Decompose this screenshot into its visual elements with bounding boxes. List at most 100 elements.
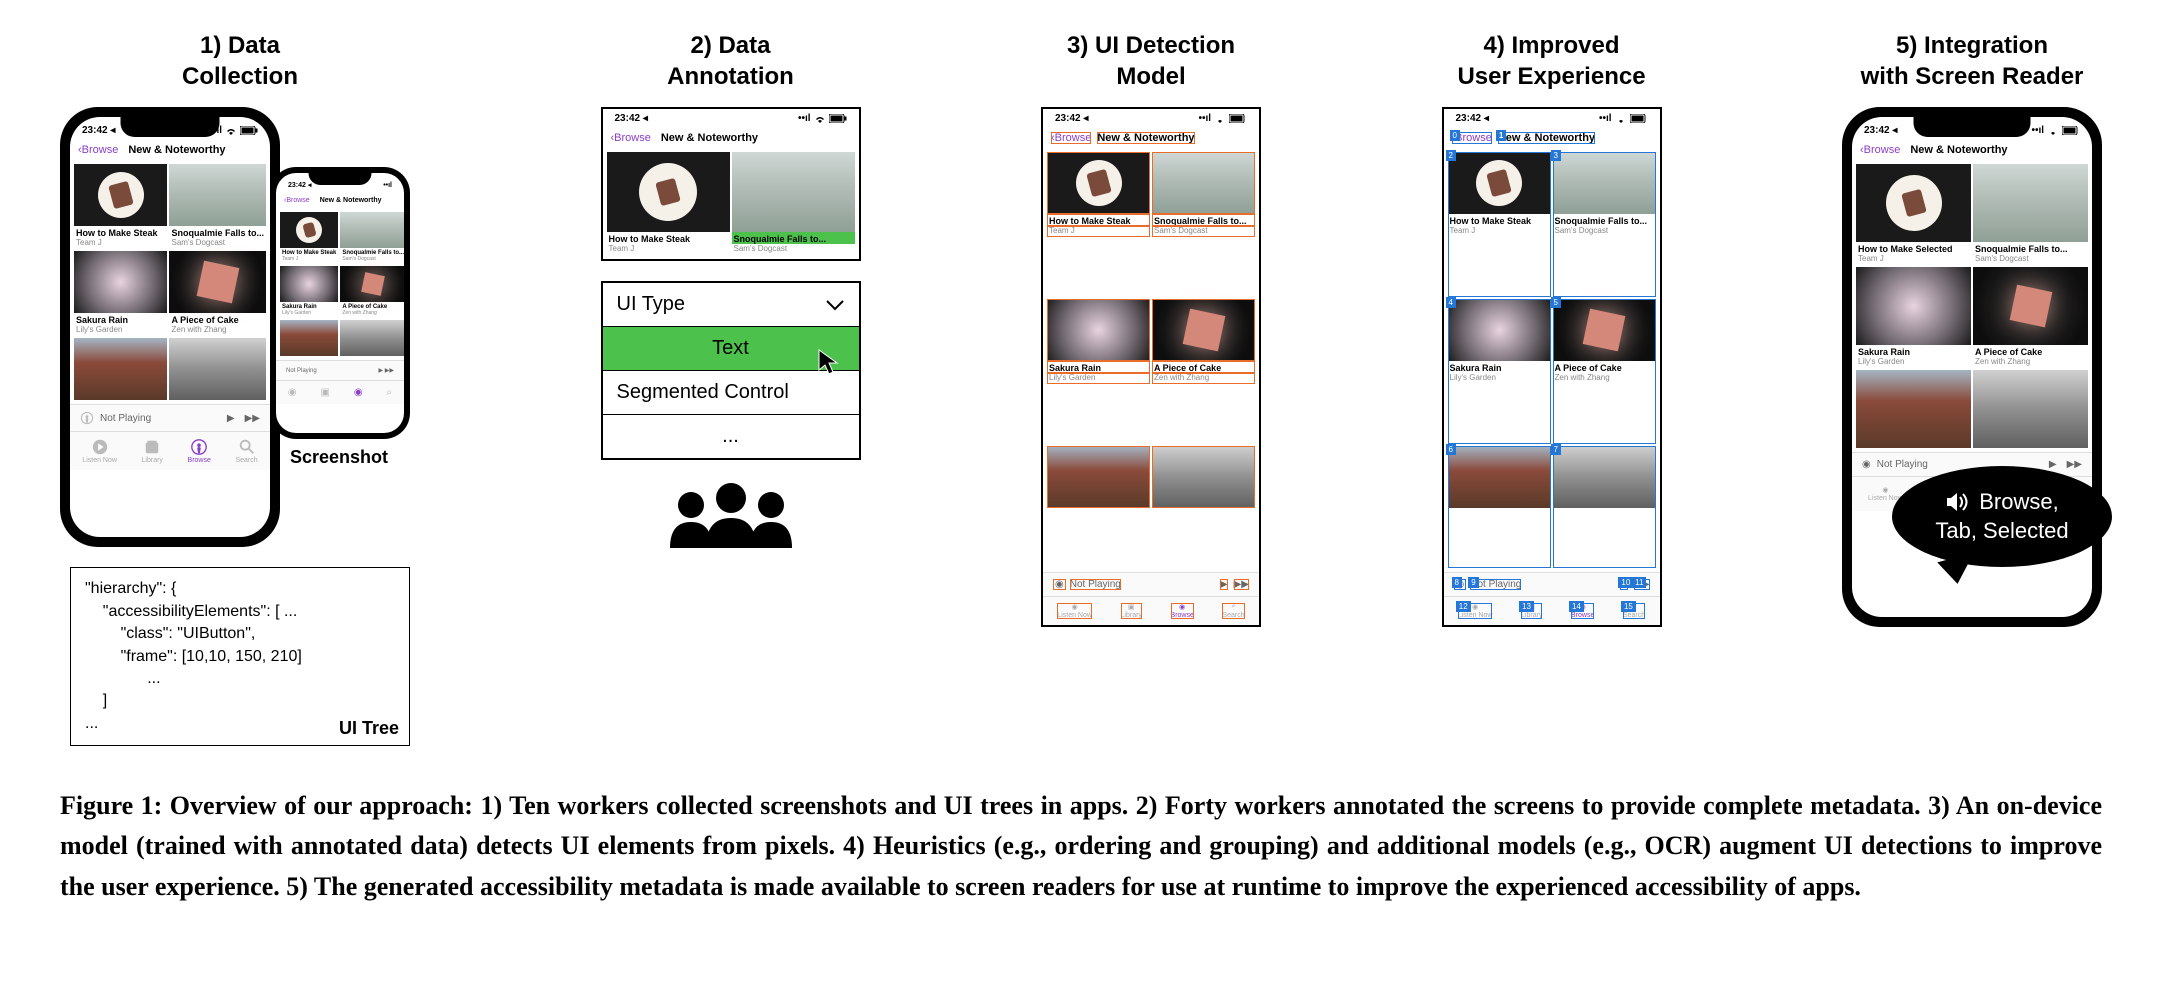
phone-secondary: 23:42 ◂••ıl ‹Browse New & Noteworthy How… (270, 167, 410, 439)
detected-title: New & Noteworthy (1097, 132, 1194, 144)
library-icon (143, 438, 161, 456)
detected-image[interactable] (1047, 299, 1150, 361)
nav-bar: ‹Browse New & Noteworthy (276, 193, 404, 208)
cell-steak[interactable]: How to Make SteakTeam J (280, 212, 338, 264)
group-tab[interactable]: 12◉Listen Now (1458, 603, 1493, 619)
back-button[interactable]: ‹Browse (78, 144, 118, 156)
detected-tab[interactable]: ⌕Search (1222, 603, 1244, 619)
podcast-grid: How to Make SteakTeam J Snoqualmie Falls… (70, 160, 270, 404)
wifi-icon (225, 126, 237, 136)
group-cell[interactable]: 4Sakura RainLily's Garden (1448, 299, 1551, 444)
cell-sakura[interactable]: Sakura RainLily's Garden (1856, 267, 1971, 368)
podcast-grey-icon (80, 411, 94, 425)
cell-sakura[interactable]: Sakura RainLily's Garden (74, 251, 167, 336)
grouping-screen: 23:42 ◂ ••ıl 0‹Browse 1New & Noteworthy … (1442, 107, 1662, 627)
cell-tree1[interactable] (74, 338, 167, 400)
now-playing-bar[interactable]: Not Playing▶ ▶▶ (276, 360, 404, 380)
group-tab[interactable]: 14◉Browse (1571, 603, 1594, 619)
now-playing-bar[interactable]: 8◉9Not Playing 10▶11▶▶ (1444, 572, 1660, 596)
detected-text: A Piece of Cake (1152, 361, 1255, 373)
cell-falls[interactable]: Snoqualmie Falls to...Sam's Dogcast (732, 152, 855, 255)
status-bar: 23:42 ◂ ••ıl (1043, 109, 1259, 128)
tab-browse[interactable]: Browse (188, 438, 211, 464)
detected-back[interactable]: ‹Browse (1051, 132, 1091, 144)
dropdown-option-text[interactable]: Text (603, 327, 859, 371)
detected-image[interactable] (1047, 152, 1150, 214)
cell-steak[interactable]: How to Make SteakTeam J (607, 152, 730, 255)
detected-text: Zen with Zhang (1152, 373, 1255, 384)
nav-bar: ‹Browse New & Noteworthy (603, 128, 859, 148)
cell-cake[interactable]: A Piece of CakeZen with Zhang (169, 251, 266, 336)
cell-steak[interactable]: How to Make SteakTeam J (74, 164, 167, 249)
tab-library[interactable]: Library (142, 438, 163, 464)
back-button[interactable]: ‹Browse (611, 132, 651, 144)
back-button[interactable]: ‹Browse (1860, 144, 1900, 156)
detected-play[interactable]: ▶ (1220, 579, 1228, 590)
detected-fwd[interactable]: ▶▶ (1234, 579, 1249, 590)
now-playing-bar[interactable]: ◉Not Playing ▶▶▶ (1043, 572, 1259, 596)
cell-falls[interactable]: Snoqualmie Falls to...Sam's Dogcast (1973, 164, 2088, 265)
group-cell[interactable]: 2How to Make SteakTeam J (1448, 152, 1551, 297)
figure-caption: Figure 1: Overview of our approach: 1) T… (60, 786, 2102, 907)
detected-image[interactable] (1152, 446, 1255, 508)
highlighted-text: Snoqualmie Falls to... (732, 232, 855, 244)
cell-falls[interactable]: Snoqualmie Falls to...Sam's Dogcast (169, 164, 266, 249)
detected-image[interactable] (1152, 299, 1255, 361)
ui-tree-label: UI Tree (339, 718, 399, 739)
col-1: 1) Data Collection 23:42 ◂ ••ıl ‹Browse (60, 30, 420, 746)
notch-icon (309, 173, 372, 185)
play-icon[interactable]: ▶ (227, 413, 235, 424)
status-bar: 23:42 ◂ ••ıl (1444, 109, 1660, 128)
podcast-grid: How to Make SelectedTeam J Snoqualmie Fa… (1852, 160, 2092, 452)
cell-cake[interactable]: A Piece of CakeZen with Zhang (1973, 267, 2088, 368)
col-5: 5) Integration with Screen Reader 23:42 … (1842, 30, 2102, 627)
phone-screen: 23:42 ◂ ••ıl ‹Browse New & Noteworthy Ho… (70, 117, 270, 537)
speech-bubble: Browse, Tab, Selected (1892, 466, 2112, 567)
bubble-line1: Browse, (1979, 488, 2058, 517)
group-tab[interactable]: 13▣Library (1521, 603, 1542, 619)
group-fwd[interactable]: 11▶▶ (1634, 579, 1649, 590)
ui-type-dropdown[interactable]: UI Type Text Segmented Control ... (601, 281, 861, 460)
detected-text: Sam's Dogcast (1152, 226, 1255, 237)
dropdown-more[interactable]: ... (603, 415, 859, 458)
group-cell[interactable]: 3Snoqualmie Falls to...Sam's Dogcast (1553, 152, 1656, 297)
battery-icon (829, 114, 847, 123)
detected-icon: ◉ (1053, 579, 1066, 590)
nav-bar: 0‹Browse 1New & Noteworthy (1444, 128, 1660, 148)
now-playing-bar[interactable]: Not Playing ▶ ▶▶ (70, 404, 270, 431)
cell-cake[interactable]: A Piece of CakeZen with Zhang (340, 266, 404, 318)
back-button[interactable]: ‹Browse (284, 197, 310, 204)
wifi-icon (2047, 126, 2059, 136)
group-play[interactable]: 10▶ (1620, 579, 1628, 590)
detected-image[interactable] (1152, 152, 1255, 214)
detected-text: Not Playing (1070, 579, 1121, 590)
header-2: 2) Data Annotation (667, 30, 794, 92)
detected-image[interactable] (1047, 446, 1150, 508)
group-back[interactable]: 0‹Browse (1452, 132, 1492, 144)
group-cell[interactable]: 5A Piece of CakeZen with Zhang (1553, 299, 1656, 444)
nav-bar: ‹Browse New & Noteworthy (1852, 140, 2092, 160)
podcast-grid: How to Make SteakTeam J Snoqualmie Falls… (276, 208, 404, 360)
fwd-icon[interactable]: ▶▶ (245, 413, 260, 424)
status-bar: 23:42 ◂ ••ıl (603, 109, 859, 128)
cell-sakura[interactable]: Sakura RainLily's Garden (280, 266, 338, 318)
group-tab[interactable]: 15⌕Search (1623, 603, 1645, 619)
tab-search[interactable]: Search (235, 438, 257, 464)
now-playing-label: Not Playing (100, 413, 151, 424)
cell-tree2[interactable] (169, 338, 266, 400)
screenshot-label: Screenshot (290, 447, 388, 468)
detected-tab[interactable]: ▣Library (1121, 603, 1142, 619)
bubble-line2: Tab, Selected (1920, 517, 2084, 546)
group-cell[interactable]: 7 (1553, 446, 1656, 568)
dropdown-header[interactable]: UI Type (603, 283, 859, 327)
detected-tab[interactable]: ◉Listen Now (1057, 603, 1092, 619)
detected-tab[interactable]: ◉Browse (1171, 603, 1194, 619)
cursor-icon (817, 348, 839, 376)
tab-listen[interactable]: Listen Now (82, 438, 117, 464)
cell-steak-selected[interactable]: How to Make SelectedTeam J (1856, 164, 1971, 265)
dropdown-option-segmented[interactable]: Segmented Control (603, 371, 859, 415)
detection-screen: 23:42 ◂ ••ıl ‹Browse New & Noteworthy Ho… (1041, 107, 1261, 627)
group-cell[interactable]: 6 (1448, 446, 1551, 568)
group-text: 9Not Playing (1470, 579, 1521, 590)
cell-falls[interactable]: Snoqualmie Falls to...Sam's Dogcast (340, 212, 404, 264)
